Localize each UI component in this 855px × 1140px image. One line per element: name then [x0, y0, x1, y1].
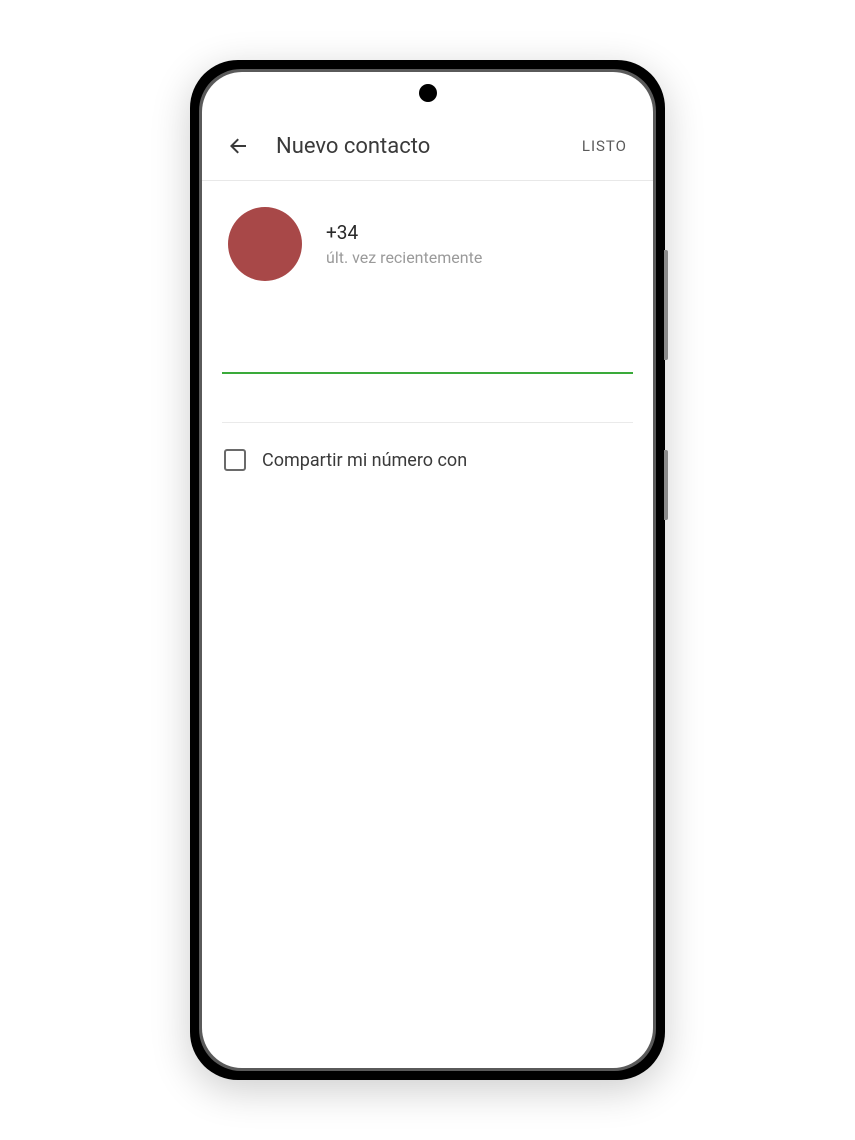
- share-label: Compartir mi número con: [262, 450, 467, 471]
- page-title: Nuevo contacto: [276, 134, 566, 159]
- contact-status: últ. vez recientemente: [326, 248, 482, 267]
- contact-phone: +34: [326, 221, 482, 244]
- phone-frame: Nuevo contacto LISTO +34 últ. vez recien…: [190, 60, 665, 1080]
- camera-notch: [419, 84, 437, 102]
- back-button[interactable]: [220, 128, 256, 164]
- phone-screen: Nuevo contacto LISTO +34 últ. vez recien…: [202, 72, 653, 1068]
- share-number-row[interactable]: Compartir mi número con: [202, 423, 653, 497]
- name-input-area: [202, 307, 653, 374]
- header: Nuevo contacto LISTO: [202, 112, 653, 181]
- phone-side-button: [664, 250, 668, 360]
- contact-info: +34 últ. vez recientemente: [326, 221, 482, 267]
- name-input[interactable]: [222, 335, 633, 374]
- phone-frame-inner: Nuevo contacto LISTO +34 últ. vez recien…: [199, 69, 656, 1071]
- share-checkbox[interactable]: [224, 449, 246, 471]
- arrow-left-icon: [226, 134, 250, 158]
- phone-side-button: [664, 450, 668, 520]
- contact-header: +34 últ. vez recientemente: [202, 181, 653, 307]
- avatar[interactable]: [228, 207, 302, 281]
- done-button[interactable]: LISTO: [574, 129, 635, 163]
